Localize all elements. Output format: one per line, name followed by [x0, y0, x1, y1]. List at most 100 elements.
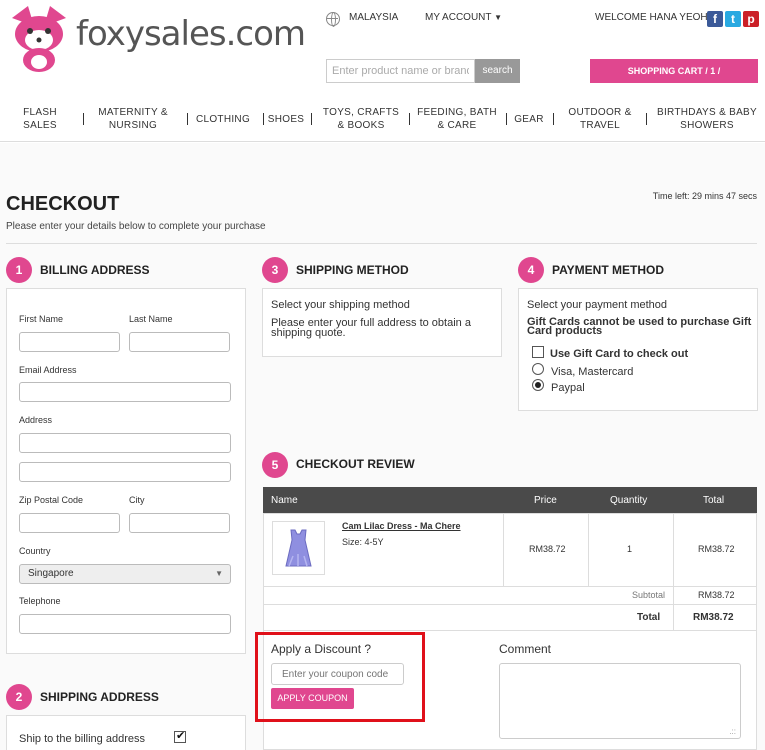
- comment-title: Comment: [499, 642, 552, 656]
- email-label: Email Address: [19, 365, 77, 375]
- pinterest-icon[interactable]: p: [743, 11, 759, 27]
- nav-clothing[interactable]: CLOTHING: [194, 96, 252, 142]
- col-name: Name: [271, 495, 298, 506]
- nav-gear[interactable]: GEAR: [512, 96, 546, 142]
- payment-method-prompt: Select your payment method: [527, 299, 668, 311]
- nav-divider: [409, 113, 410, 125]
- fox-logo-icon: [12, 6, 66, 72]
- step-badge-5: 5: [262, 452, 288, 478]
- resize-handle-icon[interactable]: .::: [729, 727, 736, 736]
- my-account-label: MY ACCOUNT: [425, 12, 492, 23]
- nav-toys-crafts-books[interactable]: TOYS, CRAFTS & BOOKS: [322, 96, 400, 142]
- category-nav: FLASH SALES MATERNITY & NURSING CLOTHING…: [0, 96, 765, 142]
- address-line-1-field[interactable]: [19, 433, 231, 453]
- comment-textarea[interactable]: .::: [499, 663, 741, 739]
- search-button[interactable]: search: [475, 59, 520, 83]
- telephone-field[interactable]: [19, 614, 231, 634]
- column-divider: [673, 513, 674, 631]
- step-badge-3: 3: [262, 257, 288, 283]
- telephone-label: Telephone: [19, 596, 61, 606]
- page-subtitle: Please enter your details below to compl…: [6, 221, 266, 232]
- country-select[interactable]: Singapore ▼: [19, 564, 231, 584]
- shipping-address-title: SHIPPING ADDRESS: [40, 690, 159, 704]
- city-field[interactable]: [129, 513, 230, 533]
- chevron-down-icon: ▼: [494, 13, 503, 22]
- col-total: Total: [703, 495, 725, 506]
- zip-label: Zip Postal Code: [19, 495, 84, 505]
- facebook-icon[interactable]: f: [707, 11, 723, 27]
- subtotal-label: Subtotal: [632, 590, 666, 600]
- first-name-field[interactable]: [19, 332, 120, 352]
- product-total: RM38.72: [698, 544, 735, 554]
- globe-icon: [326, 12, 340, 27]
- time-left: Time left: 29 mins 47 secs: [652, 191, 757, 201]
- last-name-field[interactable]: [129, 332, 230, 352]
- ship-to-billing-checkbox[interactable]: ✔: [174, 730, 186, 743]
- product-quantity: 1: [627, 544, 633, 554]
- nav-divider: [506, 113, 507, 125]
- nav-birthdays-baby-showers[interactable]: BIRTHDAYS & BABY SHOWERS: [655, 96, 759, 142]
- site-logo[interactable]: foxysales.com: [8, 4, 306, 76]
- nav-maternity-nursing[interactable]: MATERNITY & NURSING: [92, 96, 174, 142]
- product-thumbnail[interactable]: [272, 521, 325, 575]
- shopping-cart-button[interactable]: SHOPPING CART / 1 /: [590, 59, 758, 83]
- use-gift-card-checkbox[interactable]: [532, 346, 544, 358]
- review-table-body: [263, 513, 757, 631]
- shipping-quote-note: Please enter your full address to obtain…: [271, 317, 471, 339]
- paypal-label: Paypal: [551, 382, 585, 394]
- logo-wordmark: foxysales.com: [76, 14, 306, 54]
- email-field[interactable]: [19, 382, 231, 402]
- column-divider: [503, 513, 504, 586]
- last-name-label: Last Name: [129, 314, 173, 324]
- row-divider: [263, 586, 757, 587]
- shipping-method-title: SHIPPING METHOD: [296, 263, 409, 277]
- address-line-2-field[interactable]: [19, 462, 231, 482]
- country-select-value: Singapore: [28, 568, 74, 579]
- divider: [6, 243, 757, 244]
- checkmark-icon: ✔: [176, 730, 186, 742]
- step-badge-1: 1: [6, 257, 32, 283]
- step-badge-4: 4: [518, 257, 544, 283]
- twitter-icon[interactable]: t: [725, 11, 741, 27]
- nav-shoes[interactable]: SHOES: [268, 96, 304, 142]
- city-label: City: [129, 495, 145, 505]
- billing-address-title: BILLING ADDRESS: [40, 263, 150, 277]
- column-divider: [588, 513, 589, 586]
- dress-image: [285, 529, 312, 567]
- zip-field[interactable]: [19, 513, 120, 533]
- country-selector[interactable]: MALAYSIA: [349, 12, 398, 23]
- step-badge-2: 2: [6, 684, 32, 710]
- visa-mastercard-radio[interactable]: [532, 363, 544, 375]
- use-gift-card-label: Use Gift Card to check out: [550, 348, 689, 360]
- col-quantity: Quantity: [610, 495, 648, 506]
- my-account-menu[interactable]: MY ACCOUNT ▼: [425, 12, 502, 23]
- welcome-text: WELCOME HANA YEOH!: [595, 12, 711, 23]
- product-size: Size: 4-5Y: [342, 537, 384, 547]
- subtotal-value: RM38.72: [698, 590, 735, 600]
- address-label: Address: [19, 415, 53, 425]
- country-label: Country: [19, 546, 51, 556]
- site-header: foxysales.com MALAYSIA MY ACCOUNT ▼ WELC…: [0, 0, 765, 96]
- paypal-radio[interactable]: [532, 379, 544, 391]
- product-name-link[interactable]: Cam Lilac Dress - Ma Chere: [342, 521, 461, 531]
- gift-card-warning: Gift Cards cannot be used to purchase Gi…: [527, 316, 752, 337]
- page-title: CHECKOUT: [6, 193, 120, 215]
- first-name-label: First Name: [19, 314, 64, 324]
- nav-outdoor-travel[interactable]: OUTDOOR & TRAVEL: [563, 96, 637, 142]
- nav-divider: [311, 113, 312, 125]
- checkout-review-title: CHECKOUT REVIEW: [296, 457, 415, 471]
- ship-to-billing-label: Ship to the billing address: [19, 733, 145, 745]
- nav-feeding-bath-care[interactable]: FEEDING, BATH & CARE: [417, 96, 497, 142]
- search-input[interactable]: [326, 59, 475, 83]
- chevron-down-icon: ▼: [215, 569, 223, 578]
- nav-divider: [187, 113, 188, 125]
- product-price: RM38.72: [529, 544, 566, 554]
- nav-divider: [83, 113, 84, 125]
- nav-divider: [263, 113, 264, 125]
- total-value: RM38.72: [693, 612, 734, 623]
- nav-divider: [646, 113, 647, 125]
- nav-flash-sales[interactable]: FLASH SALES: [6, 96, 74, 142]
- visa-mastercard-label: Visa, Mastercard: [551, 366, 634, 378]
- col-price: Price: [534, 495, 557, 506]
- highlight-box: [255, 632, 425, 722]
